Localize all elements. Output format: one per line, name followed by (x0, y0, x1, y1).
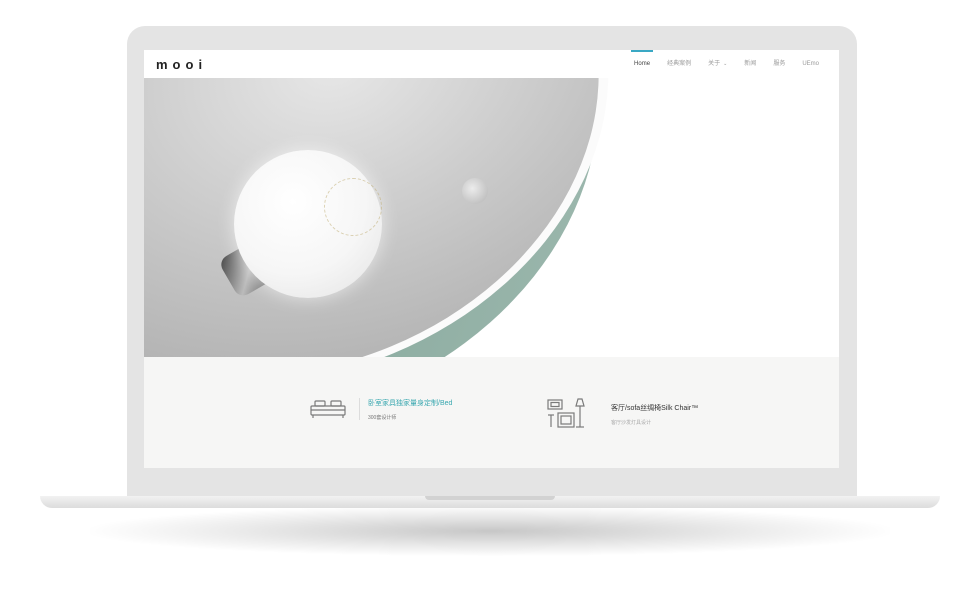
lamp-shade-inner (144, 78, 669, 357)
chevron-down-icon: ⌄ (723, 61, 728, 67)
nav-item-about[interactable]: 关于 ⌄ (708, 50, 727, 78)
nav-item-news[interactable]: 新闻 (744, 50, 756, 78)
features-section: 卧室家具独家量身定制/Bed 300套设计师 客厅/sofa丝绸椅Silk Ch… (144, 357, 839, 468)
laptop-notch (425, 496, 555, 500)
feature-title: 客厅/sofa丝绸椅Silk Chair™ (611, 404, 699, 412)
bulb-print (324, 178, 382, 236)
main-nav: Home 经典案例 关于 ⌄ 新闻 服务 UEmo (631, 50, 819, 78)
feature-subtitle: 客厅沙发灯具设计 (611, 419, 652, 426)
laptop-shadow (90, 506, 890, 556)
nav-item-uemo[interactable]: UEmo (802, 50, 819, 78)
lamp-knob (462, 178, 488, 204)
feature-divider (602, 403, 603, 425)
feature-subtitle: 300套设计师 (368, 414, 397, 421)
feature-living-room[interactable]: 客厅/sofa丝绸椅Silk Chair™ 客厅沙发灯具设计 (546, 397, 698, 431)
site-header: mooi Home 经典案例 关于 ⌄ 新闻 服务 UEmo (144, 50, 839, 79)
bed-icon (309, 397, 347, 421)
feature-text: 客厅/sofa丝绸椅Silk Chair™ 客厅沙发灯具设计 (611, 403, 698, 426)
feature-text: 卧室家具独家量身定制/Bed 300套设计师 (368, 398, 452, 421)
feature-divider (359, 398, 360, 420)
feature-bed[interactable]: 卧室家具独家量身定制/Bed 300套设计师 (309, 397, 452, 421)
website-screen: mooi Home 经典案例 关于 ⌄ 新闻 服务 UEmo 卧室家具独家量身定… (144, 50, 839, 468)
hero-banner[interactable] (144, 78, 839, 357)
living-room-icon (546, 397, 590, 431)
nav-item-home[interactable]: Home (631, 50, 654, 78)
nav-item-service[interactable]: 服务 (773, 50, 785, 78)
brand-logo[interactable]: mooi (156, 57, 207, 72)
nav-item-cases[interactable]: 经典案例 (667, 50, 691, 78)
feature-title: 卧室家具独家量身定制/Bed (368, 399, 453, 407)
